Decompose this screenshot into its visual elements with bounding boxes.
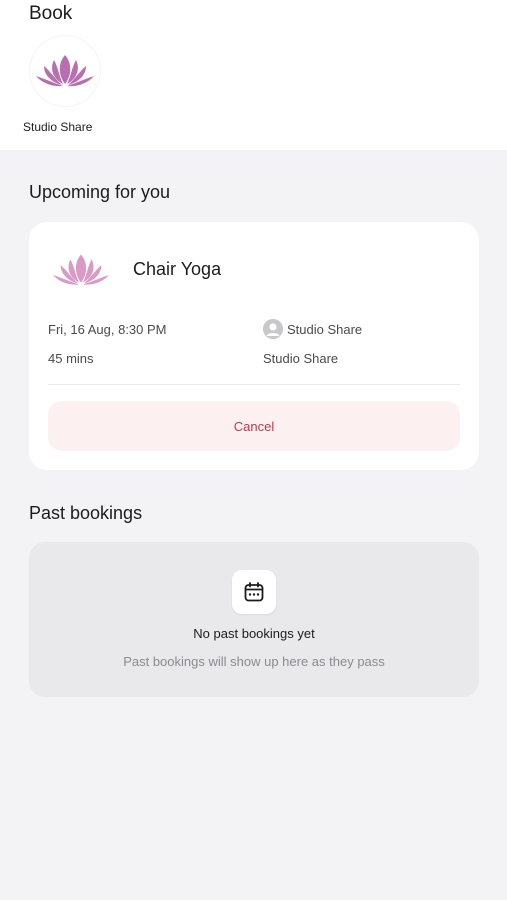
class-logo xyxy=(48,240,114,300)
upcoming-title: Upcoming for you xyxy=(29,182,171,202)
calendar-icon xyxy=(244,582,264,602)
empty-state-title: No past bookings yet xyxy=(193,626,315,641)
person-icon xyxy=(263,319,283,339)
lotus-icon xyxy=(52,254,110,285)
studio-tile[interactable]: Studio Share xyxy=(23,36,105,134)
studio-name: Studio Share xyxy=(23,120,93,134)
book-header: Book Studio Share xyxy=(0,0,507,150)
booking-host-name: Studio Share xyxy=(287,321,363,337)
booking-host: Studio Share xyxy=(263,319,362,339)
empty-state-subtitle: Past bookings will show up here as they … xyxy=(123,654,385,669)
calendar-icon-tile xyxy=(232,570,276,614)
avatar xyxy=(263,319,283,339)
class-name: Chair Yoga xyxy=(133,259,222,279)
page-title: Book xyxy=(29,3,73,24)
past-bookings-title: Past bookings xyxy=(29,503,143,523)
booking-card[interactable]: Chair Yoga Fri, 16 Aug, 8:30 PM 45 mins … xyxy=(29,222,479,470)
lotus-icon xyxy=(36,55,94,87)
cancel-button[interactable]: Cancel xyxy=(48,401,460,451)
studio-logo[interactable] xyxy=(30,36,100,106)
booking-datetime: Fri, 16 Aug, 8:30 PM xyxy=(48,322,167,337)
divider xyxy=(48,384,460,385)
booking-duration: 45 mins xyxy=(48,351,94,366)
booking-location: Studio Share xyxy=(263,351,339,366)
past-bookings-empty-state: No past bookings yet Past bookings will … xyxy=(29,542,479,697)
